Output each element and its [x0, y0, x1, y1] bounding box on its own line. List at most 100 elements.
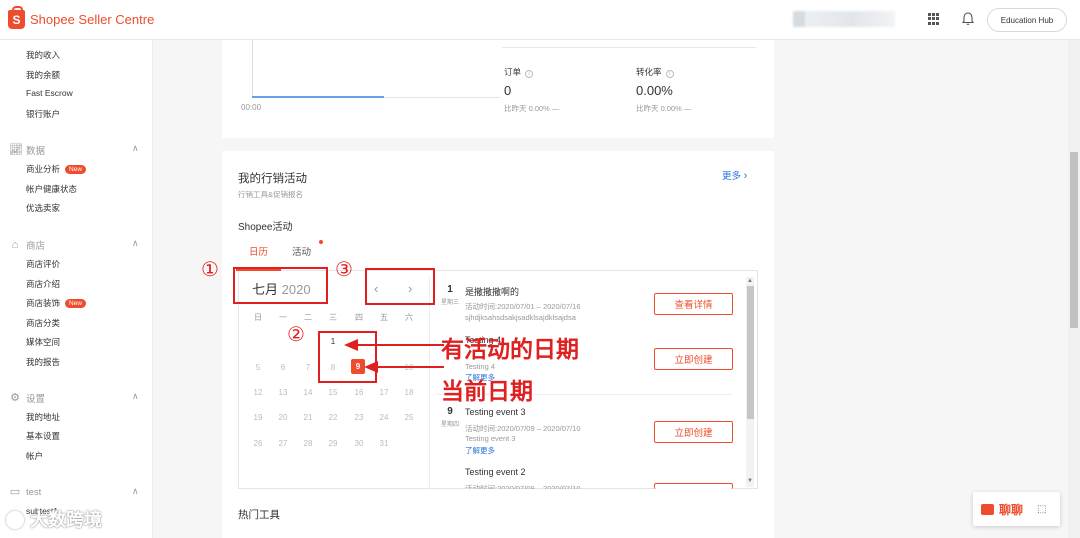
calendar-day[interactable]: 18	[402, 388, 416, 397]
sidebar-item-balance[interactable]: 我的余额	[26, 69, 60, 81]
scroll-down-arrow-icon[interactable]: ▼	[747, 478, 753, 484]
orders-compare: 比昨天 0.00% —	[504, 104, 560, 113]
calendar-day[interactable]: 26	[251, 439, 265, 448]
sidebar-item-shop-rating[interactable]: 商店评价	[26, 258, 60, 270]
folder-icon: ▭	[9, 486, 21, 498]
chevron-up-icon[interactable]: ∧	[132, 486, 139, 497]
calendar-day[interactable]: 7	[301, 363, 315, 372]
education-hub-button[interactable]: Education Hub	[987, 8, 1067, 32]
sidebar-item-account[interactable]: 帐户	[26, 450, 43, 462]
annotation-number-3: ③	[335, 259, 353, 281]
sidebar-section-settings[interactable]: ⚙ 设置	[9, 391, 45, 405]
create-now-button-partial[interactable]	[654, 483, 733, 489]
sidebar-item-account-health[interactable]: 帐户健康状态	[26, 183, 77, 195]
more-link-label: 更多	[722, 171, 742, 182]
calendar-day[interactable]: 15	[326, 388, 340, 397]
sidebar-item-fast-escrow[interactable]: Fast Escrow	[26, 88, 73, 98]
marketing-title: 我的行销活动	[238, 173, 307, 185]
chevron-right-icon: ›	[743, 170, 748, 182]
event-title: Testing event 2	[465, 467, 526, 477]
calendar-day[interactable]: 17	[377, 388, 391, 397]
calendar-day[interactable]: 31	[377, 439, 391, 448]
sidebar-item-media-space[interactable]: 媒体空间	[26, 336, 60, 348]
tab-activities[interactable]: 活动	[292, 244, 311, 258]
sidebar-item-income[interactable]: 我的收入	[26, 49, 60, 61]
sidebar-item-business-insights[interactable]: 商业分析 New	[26, 163, 87, 175]
sidebar-item-preferred-seller[interactable]: 优选卖家	[26, 202, 60, 214]
tab-calendar[interactable]: 日历	[249, 244, 268, 258]
shopee-logo[interactable]: S Shopee Seller Centre	[8, 6, 154, 29]
shopee-section-title: Shopee活动	[238, 222, 293, 233]
calendar-day[interactable]: 5	[251, 363, 265, 372]
sidebar-item-bank-account[interactable]: 银行账户	[26, 108, 60, 120]
conversion-compare: 比昨天 0.00% —	[636, 104, 692, 113]
sidebar-item-basic-settings[interactable]: 基本设置	[26, 430, 60, 442]
info-icon[interactable]: i	[665, 70, 674, 78]
events-scrollbar-thumb[interactable]	[747, 286, 754, 419]
more-link[interactable]: 更多 ›	[722, 168, 747, 182]
info-icon[interactable]: i	[525, 70, 534, 78]
sidebar-item-label: 商业分析	[26, 164, 61, 174]
chat-label: 聊聊	[999, 502, 1024, 517]
conversion-value: 0.00%	[636, 83, 673, 98]
calendar-day[interactable]: 14	[301, 388, 315, 397]
watermark-text: 大数跨境	[30, 510, 102, 530]
bell-icon[interactable]	[960, 11, 976, 27]
chevron-up-icon[interactable]: ∧	[132, 238, 139, 249]
calendar-day[interactable]: 22	[326, 413, 340, 422]
view-details-button[interactable]: 查看详情	[654, 293, 733, 315]
calendar-day[interactable]: 28	[301, 439, 315, 448]
learn-more-link[interactable]: 了解更多	[465, 445, 495, 456]
sidebar: 我的收入 我的余额 Fast Escrow 银行账户 📈︎ 数据 ∧ 商业分析 N…	[0, 40, 153, 538]
user-account-blurred[interactable]	[793, 11, 895, 27]
event-title: 是撒撒撒啊的	[465, 287, 520, 297]
sidebar-section-test[interactable]: ▭ test	[9, 486, 42, 498]
new-badge: New	[65, 165, 87, 174]
weekday-label: 五	[380, 313, 388, 322]
orders-value: 0	[504, 83, 512, 98]
calendar-day[interactable]: 24	[377, 413, 391, 422]
event-description: Testing event 3	[465, 434, 516, 443]
sidebar-item-shop-category[interactable]: 商店分类	[26, 317, 60, 329]
annotation-box-month	[233, 267, 328, 304]
apps-grid-icon[interactable]	[928, 13, 940, 25]
expand-icon[interactable]: ⬚	[1037, 504, 1046, 515]
calendar-day[interactable]: 16	[352, 388, 366, 397]
annotation-box-nav	[365, 268, 435, 305]
calendar-day[interactable]: 12	[251, 388, 265, 397]
sidebar-section-shop[interactable]: ⌂ 商店	[9, 238, 45, 252]
calendar-day[interactable]: 27	[276, 439, 290, 448]
top-header: S Shopee Seller Centre Education Hub	[0, 0, 1080, 40]
page-scrollbar-thumb[interactable]	[1070, 152, 1078, 328]
scroll-up-arrow-icon[interactable]: ▲	[747, 278, 753, 284]
calendar-day[interactable]: 19	[251, 413, 265, 422]
create-now-button[interactable]: 立即创建	[654, 421, 733, 443]
shopee-bag-icon: S	[8, 6, 25, 29]
create-now-button[interactable]: 立即创建	[654, 348, 733, 370]
sidebar-section-data[interactable]: 📈︎ 数据	[9, 143, 45, 157]
calendar-day[interactable]: 30	[352, 439, 366, 448]
calendar-day[interactable]: 13	[276, 388, 290, 397]
chat-widget[interactable]: 聊聊 ⬚	[973, 492, 1060, 526]
sidebar-item-shop-profile[interactable]: 商店介绍	[26, 278, 60, 290]
marketing-subtitle: 行销工具&促销报名	[238, 190, 304, 199]
chevron-up-icon[interactable]: ∧	[132, 143, 139, 154]
conversion-label: 转化率 i	[636, 66, 674, 78]
sidebar-section-label: test	[26, 486, 42, 498]
calendar-day[interactable]: 23	[352, 413, 366, 422]
calendar-day[interactable]: 6	[276, 363, 290, 372]
calendar-day[interactable]: 29	[326, 439, 340, 448]
calendar-day[interactable]: 20	[276, 413, 290, 422]
sidebar-item-my-address[interactable]: 我的地址	[26, 411, 60, 423]
calendar-day[interactable]: 25	[402, 413, 416, 422]
event-period: 活动时间:2020/07/01 – 2020/07/16	[465, 302, 581, 311]
calendar-separator	[429, 277, 430, 489]
chevron-up-icon[interactable]: ∧	[132, 391, 139, 402]
shop-icon: ⌂	[11, 239, 19, 251]
chart-y-axis	[252, 40, 253, 98]
sidebar-item-shop-decoration[interactable]: 商店装饰 New	[26, 297, 87, 309]
sidebar-item-my-report[interactable]: 我的报告	[26, 356, 60, 368]
calendar-day[interactable]: 21	[301, 413, 315, 422]
sidebar-section-label: 数据	[26, 146, 46, 157]
chat-bubble-icon	[981, 503, 994, 515]
